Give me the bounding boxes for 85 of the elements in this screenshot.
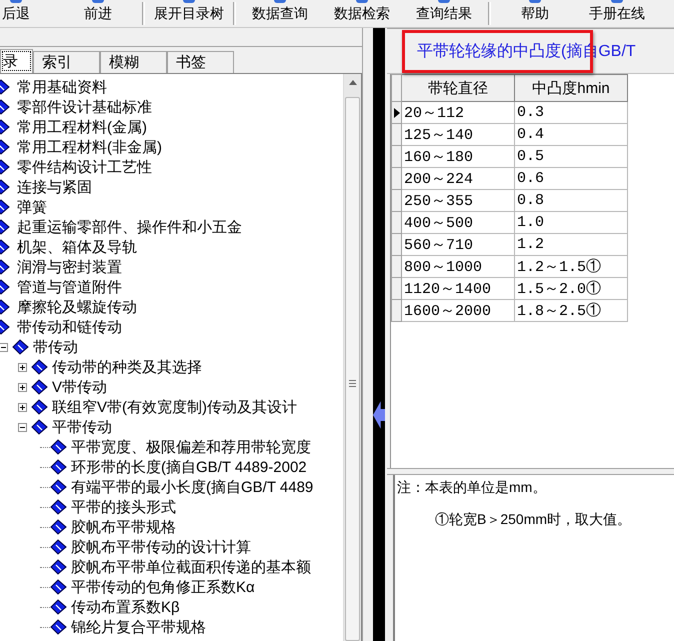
table-cell: 125～140 xyxy=(402,124,514,146)
table-cell: 1.8～2.5① xyxy=(514,300,628,322)
table-cell: 0.8 xyxy=(514,190,628,212)
table-cell: 0.5 xyxy=(514,146,628,168)
book-icon xyxy=(50,459,67,475)
tree-item[interactable]: 起重运输零部件、操作件和小五金 xyxy=(17,218,242,236)
toolbar-button[interactable]: 前进 xyxy=(57,0,139,27)
book-icon xyxy=(50,619,67,635)
tree-item[interactable]: 平带传动的包角修正系数Kα xyxy=(71,578,255,596)
note-text: 注：本表的单位是mm。 xyxy=(397,479,548,497)
table-cell: 1.0 xyxy=(514,212,628,234)
table-cell: 0.6 xyxy=(514,168,628,190)
tree-item[interactable]: 连接与紧固 xyxy=(17,178,92,196)
expand-icon[interactable] xyxy=(18,382,26,392)
column-header[interactable]: 带轮直径 xyxy=(402,74,514,102)
book-icon xyxy=(50,499,67,515)
column-header[interactable]: 中凸度hmin xyxy=(514,74,628,102)
tree-item[interactable]: 零部件设计基础标准 xyxy=(17,98,152,116)
tree-item[interactable]: 联组窄V带(有效宽度制)传动及其设计 xyxy=(52,398,297,416)
tree-item[interactable]: 胶帆布平带规格 xyxy=(71,518,176,536)
tree-item[interactable]: 锦纶片复合平带规格 xyxy=(71,618,206,636)
collapse-icon[interactable] xyxy=(18,422,26,432)
book-icon xyxy=(31,359,48,375)
tree-item[interactable]: 带传动和链传动 xyxy=(17,318,122,336)
book-icon xyxy=(50,539,67,555)
table-cell: 1.2 xyxy=(514,234,628,256)
table-cell: 160～180 xyxy=(402,146,514,168)
tab[interactable]: 模糊 xyxy=(100,51,167,73)
table-cell: 250～355 xyxy=(402,190,514,212)
table-cell: 1.5～2.0① xyxy=(514,278,628,300)
book-icon xyxy=(50,479,67,495)
tree-item[interactable]: 润滑与密封装置 xyxy=(17,258,122,276)
tree-item[interactable]: 常用工程材料(非金属) xyxy=(17,138,162,156)
book-icon xyxy=(50,599,67,615)
toolbar-button[interactable]: 查询结果 xyxy=(403,0,485,27)
tree-item[interactable]: 带传动 xyxy=(33,338,78,356)
toolbar-button[interactable]: 帮助 xyxy=(494,0,576,27)
book-icon xyxy=(50,439,67,455)
toolbar-button[interactable]: 后退 xyxy=(0,0,57,27)
tree-item[interactable]: 机架、箱体及导轨 xyxy=(17,238,137,256)
tree-item[interactable]: 有端平带的最小长度(摘自GB/T 4489 xyxy=(71,478,314,496)
tree-item[interactable]: 环形带的长度(摘自GB/T 4489-2002 xyxy=(71,458,307,476)
tree-item[interactable]: V带传动 xyxy=(52,378,108,396)
tree-item[interactable]: 常用基础资料 xyxy=(17,78,107,96)
table-cell: 0.4 xyxy=(514,124,628,146)
table-cell: 20～112 xyxy=(402,102,514,124)
book-icon xyxy=(12,339,29,355)
table-cell: 200～224 xyxy=(402,168,514,190)
toolbar-button[interactable]: 展开目录树 xyxy=(148,0,230,27)
table-cell: 1120～1400 xyxy=(402,278,514,300)
table-cell: 1.2～1.5① xyxy=(514,256,628,278)
expand-icon[interactable] xyxy=(18,402,26,412)
book-icon xyxy=(50,579,67,595)
book-icon xyxy=(31,419,48,435)
table-cell: 800～1000 xyxy=(402,256,514,278)
tree-item[interactable]: 平带传动 xyxy=(52,418,112,436)
tab[interactable]: 录 xyxy=(0,49,33,73)
scrollbar[interactable] xyxy=(343,74,361,641)
table-cell: 400～500 xyxy=(402,212,514,234)
table-cell: 0.3 xyxy=(514,102,628,124)
table-cell: 1600～2000 xyxy=(402,300,514,322)
expand-icon[interactable] xyxy=(18,362,26,372)
tab[interactable]: 书签 xyxy=(167,51,234,73)
book-icon xyxy=(50,559,67,575)
toolbar-button[interactable]: 手册在线 xyxy=(576,0,658,27)
book-icon xyxy=(31,379,48,395)
tree-item[interactable]: 弹簧 xyxy=(17,198,47,216)
toolbar-button[interactable]: 数据检索 xyxy=(321,0,403,27)
tree-item[interactable]: 常用工程材料(金属) xyxy=(17,118,147,136)
tree-item[interactable]: 零件结构设计工艺性 xyxy=(17,158,152,176)
collapse-icon[interactable] xyxy=(0,342,8,352)
tree-item[interactable]: 管道与管道附件 xyxy=(17,278,122,296)
tree-item[interactable]: 平带宽度、极限偏差和荐用带轮宽度 xyxy=(71,438,311,456)
tree-item[interactable]: 传动带的种类及其选择 xyxy=(52,358,202,376)
book-icon xyxy=(50,519,67,535)
tree-item[interactable]: 传动布置系数Kβ xyxy=(71,598,180,616)
tree-item[interactable]: 胶帆布平带传动的设计计算 xyxy=(71,538,251,556)
tree-item[interactable]: 胶帆布平带单位截面积传递的基本额 xyxy=(71,558,311,576)
tab[interactable]: 索引 xyxy=(33,51,100,73)
toolbar-button[interactable]: 数据查询 xyxy=(239,0,321,27)
tree-item[interactable]: 平带的接头形式 xyxy=(71,498,176,516)
tree-item[interactable]: 摩擦轮及螺旋传动 xyxy=(17,298,137,316)
book-icon xyxy=(31,399,48,415)
table-cell: 560～710 xyxy=(402,234,514,256)
note-text: ①轮宽B＞250mm时，取大值。 xyxy=(435,511,632,529)
